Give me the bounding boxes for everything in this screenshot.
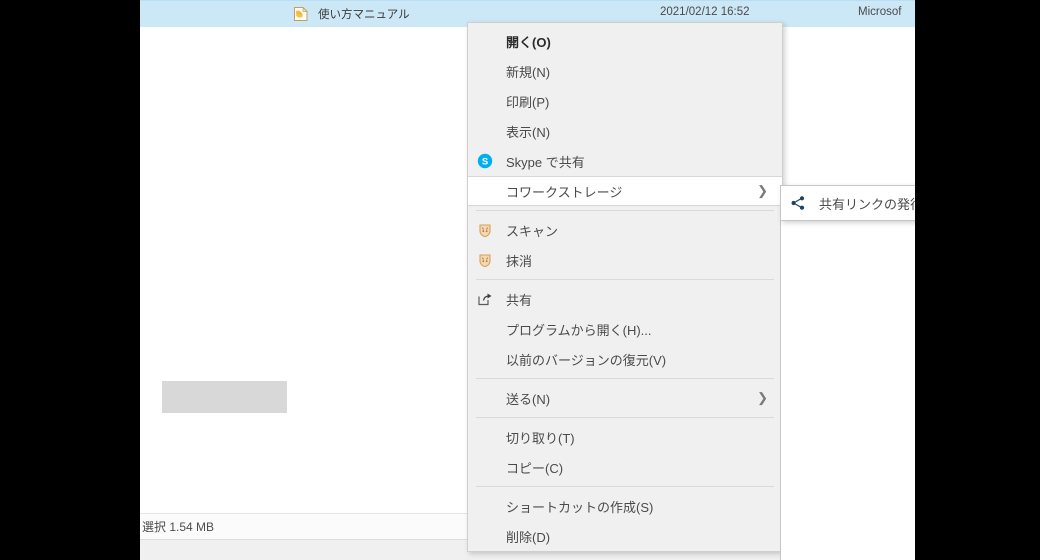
chevron-right-icon: ❯ (757, 390, 768, 405)
context-menu-item[interactable]: 共有 (468, 284, 782, 314)
context-menu-item[interactable]: 以前のバージョンの復元(V) (468, 344, 782, 374)
context-menu-item[interactable]: S Skype で共有 (468, 146, 782, 176)
context-submenu-coworkstorage[interactable]: 共有リンクの発行... (780, 185, 915, 221)
context-menu-item-label: スキャン (506, 223, 559, 239)
context-menu-item-label: 共有 (506, 292, 533, 308)
context-menu-item[interactable]: 印刷(P) (468, 86, 782, 116)
context-menu-item[interactable]: 新規(N) (468, 56, 782, 86)
context-menu-item[interactable]: プログラムから開く(H)... (468, 314, 782, 344)
menu-separator (476, 210, 774, 211)
status-bar-text: 選択 1.54 MB (142, 519, 215, 534)
context-menu-item-label: 以前のバージョンの復元(V) (506, 352, 667, 368)
submenu-item[interactable]: 共有リンクの発行... (781, 189, 915, 217)
context-menu-item-label: プログラムから開く(H)... (506, 322, 652, 338)
pdf-document-icon (292, 5, 310, 23)
redaction-placeholder (162, 381, 287, 413)
context-menu-item-label: Skype で共有 (506, 154, 585, 170)
file-explorer-window: 使い方マニュアル 2021/02/12 16:52 Microsof 選択 1.… (140, 0, 915, 560)
share-arrow-icon (472, 291, 498, 307)
context-menu-item-label: コワークストレージ (506, 184, 623, 200)
context-menu-item[interactable]: コピー(C) (468, 452, 782, 482)
context-menu-item[interactable]: 送る(N) ❯ (468, 383, 782, 413)
skype-icon: S (472, 153, 498, 169)
context-menu-item[interactable]: 削除(D) (468, 521, 782, 551)
context-menu-item[interactable]: コワークストレージ ❯ (468, 176, 782, 206)
chevron-right-icon: ❯ (757, 183, 768, 198)
context-menu-item-label: 開く(O) (506, 34, 551, 50)
context-menu[interactable]: 開く(O) 新規(N) 印刷(P) 表示(N) S Skype で共有コワークストレージ ❯… (467, 22, 783, 552)
screenshot-root: 使い方マニュアル 2021/02/12 16:52 Microsof 選択 1.… (0, 0, 1040, 560)
context-menu-item-label: 印刷(P) (506, 94, 550, 110)
context-menu-item[interactable]: 表示(N) (468, 116, 782, 146)
context-menu-item-label: 切り取り(T) (506, 430, 575, 446)
context-menu-item-label: 送る(N) (506, 391, 551, 407)
submenu-panel-body (780, 218, 915, 560)
menu-separator (476, 279, 774, 280)
context-menu-item-label: 抹消 (506, 253, 533, 269)
context-menu-item-label: 削除(D) (506, 529, 551, 545)
context-menu-item[interactable]: スキャン (468, 215, 782, 245)
shield-scan-icon (472, 222, 498, 238)
file-type-text: Microsof (858, 6, 902, 18)
svg-text:S: S (482, 157, 488, 168)
menu-separator (476, 486, 774, 487)
file-name-text: 使い方マニュアル (318, 9, 410, 21)
context-menu-item[interactable]: 切り取り(T) (468, 422, 782, 452)
submenu-item-label: 共有リンクの発行... (819, 196, 915, 212)
context-menu-item[interactable]: ショートカットの作成(S) (468, 491, 782, 521)
context-menu-item[interactable]: 開く(O) (468, 26, 782, 56)
menu-separator (476, 417, 774, 418)
context-menu-item-label: コピー(C) (506, 460, 564, 476)
share-node-icon (785, 195, 811, 211)
file-date-text: 2021/02/12 16:52 (660, 6, 750, 18)
context-menu-item-label: ショートカットの作成(S) (506, 499, 654, 515)
context-menu-item-label: 新規(N) (506, 64, 551, 80)
context-menu-item[interactable]: 抹消 (468, 245, 782, 275)
menu-separator (476, 378, 774, 379)
context-menu-item-label: 表示(N) (506, 124, 551, 140)
shield-erase-icon (472, 252, 498, 268)
